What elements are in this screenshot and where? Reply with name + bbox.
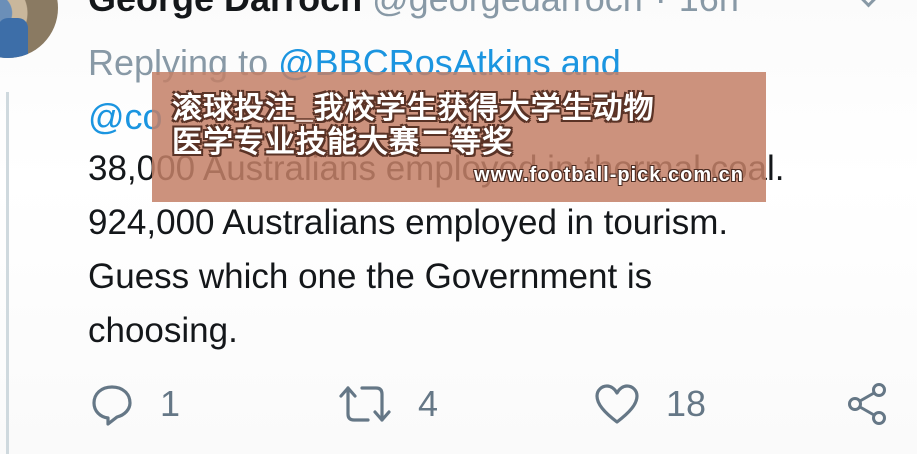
- reply-bubble-icon: [90, 382, 134, 426]
- tweet-header: George Darroch @georgedarroch · 16h: [88, 0, 739, 20]
- tweet-screenshot: George Darroch@georgedarroch·16h Replyin…: [0, 0, 917, 454]
- retweet-icon: [338, 382, 392, 426]
- separator-dot: ·: [655, 0, 667, 19]
- display-name[interactable]: George Darroch: [88, 0, 362, 19]
- reply-button[interactable]: 1: [90, 376, 180, 432]
- share-icon: [846, 382, 890, 426]
- watermark-title: 滚球投注_我校学生获得大学生动物 医学专业技能大赛二等奖: [172, 92, 752, 160]
- tweet-text-line: choosing.: [88, 311, 238, 350]
- reply-count: 1: [160, 383, 181, 424]
- watermark-url: www.football-pick.com.cn: [474, 164, 744, 186]
- chevron-down-icon[interactable]: [853, 0, 884, 8]
- retweet-count: 4: [418, 383, 439, 424]
- like-button[interactable]: 18: [594, 376, 706, 432]
- retweet-button[interactable]: 4: [338, 376, 438, 432]
- tweet-text-line: 924,000 Australians employed in tourism.: [88, 203, 729, 242]
- user-handle[interactable]: @georgedarroch: [372, 0, 643, 19]
- share-button[interactable]: [846, 376, 890, 432]
- watermark-title-line: 滚球投注_我校学生获得大学生动物: [172, 92, 655, 125]
- tweet-action-bar: 1 4 18: [0, 376, 917, 432]
- timestamp[interactable]: 16h: [679, 0, 739, 19]
- heart-icon: [594, 382, 640, 426]
- watermark-banner: 滚球投注_我校学生获得大学生动物 医学专业技能大赛二等奖 www.footbal…: [152, 72, 766, 202]
- like-count: 18: [666, 383, 707, 424]
- watermark-title-line: 医学专业技能大赛二等奖: [172, 126, 513, 159]
- tweet-text-line: Guess which one the Government is: [88, 257, 653, 296]
- avatar[interactable]: [0, 0, 58, 58]
